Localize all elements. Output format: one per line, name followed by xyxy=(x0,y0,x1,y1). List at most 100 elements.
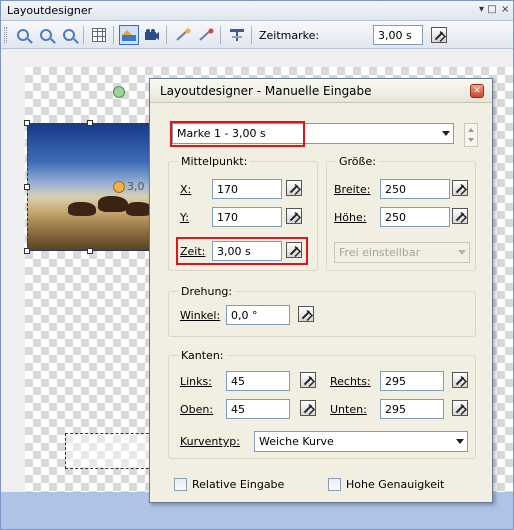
breite-key-button[interactable] xyxy=(452,180,468,196)
kanten-label: Kanten: xyxy=(178,349,227,362)
layoutdesigner-panel: Layoutdesigner ▾ □ × Zeitmarke: 3,00 s 3… xyxy=(0,0,514,530)
zeitmarke-input[interactable] xyxy=(373,25,423,45)
key-icon xyxy=(300,400,316,416)
oben-label: Oben: xyxy=(180,403,214,416)
oben-input[interactable] xyxy=(226,399,290,419)
unten-label: Unten: xyxy=(330,403,367,416)
x-key-button[interactable] xyxy=(286,180,302,196)
chevron-down-icon xyxy=(442,131,450,136)
winkel-label: Winkel: xyxy=(180,309,221,322)
chevron-down-icon xyxy=(456,439,464,444)
layout-mode-button[interactable] xyxy=(119,25,139,45)
marker-spin-button[interactable] xyxy=(464,123,478,147)
x-input[interactable] xyxy=(212,179,282,199)
mittelpunkt-label: Mittelpunkt: xyxy=(178,155,251,168)
close-icon[interactable]: × xyxy=(501,4,509,15)
y-key-button[interactable] xyxy=(286,208,302,224)
y-input[interactable] xyxy=(212,207,282,227)
align-button[interactable] xyxy=(227,25,247,45)
hoehe-key-button[interactable] xyxy=(452,208,468,224)
rotation-handle[interactable] xyxy=(113,86,125,98)
unten-input[interactable] xyxy=(380,399,444,419)
key-icon xyxy=(298,306,314,322)
highlight-box xyxy=(176,237,308,265)
camera-button[interactable] xyxy=(142,25,162,45)
zoom-in-button[interactable] xyxy=(13,25,33,45)
grid-button[interactable] xyxy=(89,25,109,45)
groesse-label: Größe: xyxy=(336,155,379,168)
zoom-out-button[interactable] xyxy=(36,25,56,45)
links-key-button[interactable] xyxy=(300,372,316,388)
dialog-titlebar[interactable]: Layoutdesigner - Manuelle Eingabe ✕ xyxy=(150,79,492,103)
links-input[interactable] xyxy=(226,371,290,391)
keyframe-add-icon xyxy=(176,28,191,41)
panel-titlebar: Layoutdesigner ▾ □ × xyxy=(1,1,513,21)
dialog-close-icon[interactable]: ✕ xyxy=(470,84,484,98)
key-icon xyxy=(286,208,302,224)
center-point-handle[interactable] xyxy=(113,181,125,193)
links-label: Links: xyxy=(180,375,212,388)
winkel-input[interactable] xyxy=(226,305,290,325)
hohe-genauigkeit-checkbox[interactable] xyxy=(328,478,341,491)
breite-label: Breite: xyxy=(334,183,371,196)
chevron-down-icon xyxy=(458,250,466,255)
zeitmarke-label: Zeitmarke: xyxy=(259,29,320,42)
horse-shape xyxy=(98,196,128,212)
aspect-mode-value: Frei einstellbar xyxy=(339,246,421,259)
oben-key-button[interactable] xyxy=(300,400,316,416)
pin-icon[interactable]: ▾ □ xyxy=(479,4,497,15)
key-icon xyxy=(286,180,302,196)
camera-icon xyxy=(145,29,159,40)
kurventyp-label: Kurventyp: xyxy=(180,435,240,448)
keyframe-remove-icon xyxy=(199,28,214,41)
keyframe-add-button[interactable] xyxy=(173,25,193,45)
manual-input-dialog: Layoutdesigner - Manuelle Eingabe ✕ Mark… xyxy=(149,78,493,503)
key-icon xyxy=(452,180,468,196)
drehung-label: Drehung: xyxy=(178,285,236,298)
winkel-key-button[interactable] xyxy=(298,306,314,322)
grid-icon xyxy=(92,28,106,42)
toolbar-separator xyxy=(220,26,221,44)
hohe-genauigkeit-label: Hohe Genauigkeit xyxy=(346,478,445,491)
rechts-label: Rechts: xyxy=(330,375,371,388)
resize-handle[interactable] xyxy=(24,184,30,190)
zoom-fit-icon xyxy=(63,29,75,41)
key-icon xyxy=(452,372,468,388)
panel-title: Layoutdesigner xyxy=(7,4,93,17)
relative-eingabe-label: Relative Eingabe xyxy=(192,478,285,491)
toolbar-separator xyxy=(83,26,84,44)
hoehe-label: Höhe: xyxy=(334,211,367,224)
breite-input[interactable] xyxy=(380,179,450,199)
toolbar-separator xyxy=(251,26,252,44)
toolbar-separator xyxy=(166,26,167,44)
key-icon xyxy=(300,372,316,388)
aspect-mode-select: Frei einstellbar xyxy=(334,242,470,263)
center-point-label: 3,0 xyxy=(127,180,145,193)
zoom-fit-button[interactable] xyxy=(59,25,79,45)
zoom-in-icon xyxy=(17,29,29,41)
zeitmarke-key-button[interactable] xyxy=(429,25,449,45)
kurventyp-value: Weiche Kurve xyxy=(259,435,334,448)
keyframe-remove-button[interactable] xyxy=(196,25,216,45)
kurventyp-select[interactable]: Weiche Kurve xyxy=(254,431,468,452)
dialog-title: Layoutdesigner - Manuelle Eingabe xyxy=(160,84,372,98)
relative-eingabe-checkbox[interactable] xyxy=(174,478,187,491)
rechts-input[interactable] xyxy=(380,371,444,391)
rechts-key-button[interactable] xyxy=(452,372,468,388)
unten-key-button[interactable] xyxy=(452,400,468,416)
align-icon xyxy=(230,29,244,41)
key-icon xyxy=(452,208,468,224)
resize-handle[interactable] xyxy=(87,248,93,254)
resize-handle[interactable] xyxy=(87,120,93,126)
layout-mode-icon xyxy=(122,30,136,41)
resize-handle[interactable] xyxy=(24,120,30,126)
horse-shape xyxy=(68,202,96,216)
key-icon xyxy=(452,400,468,416)
hoehe-input[interactable] xyxy=(380,207,450,227)
resize-handle[interactable] xyxy=(24,248,30,254)
highlight-box xyxy=(170,121,305,147)
toolbar-separator xyxy=(113,26,114,44)
toolbar-grip[interactable] xyxy=(4,27,7,43)
toolbar: Zeitmarke: xyxy=(1,21,513,49)
x-label: X: xyxy=(180,183,192,196)
